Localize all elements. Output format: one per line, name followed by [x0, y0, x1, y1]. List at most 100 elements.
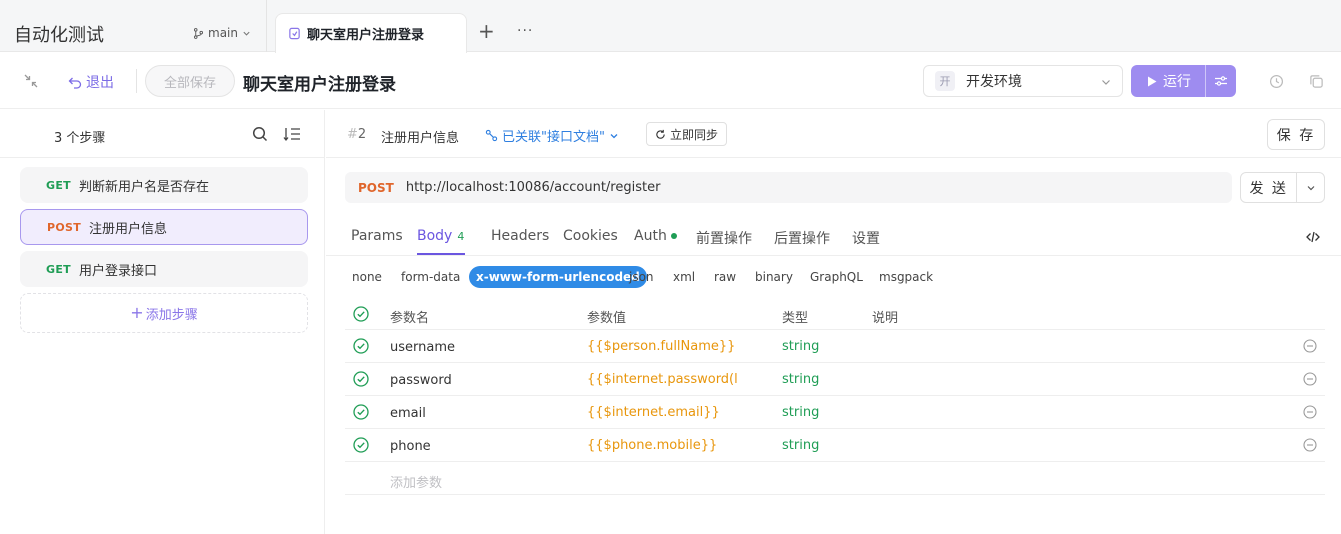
sync-label: 立即同步: [669, 127, 718, 142]
body-type-msgpack[interactable]: msgpack: [879, 270, 933, 284]
sort-list-icon[interactable]: [283, 126, 301, 142]
param-value[interactable]: {{$person.fullName}}: [587, 339, 735, 354]
git-branch-icon: [194, 27, 203, 39]
steps-panel: 3 个步骤 GET 判断新用户名是否存在 POST 注册用户信息 GET 用户登…: [0, 110, 325, 534]
add-step-button[interactable]: + 添加步骤: [20, 293, 308, 333]
tab-scenario[interactable]: 聊天室用户注册登录: [275, 13, 467, 53]
history-icon[interactable]: [1269, 74, 1284, 89]
param-name[interactable]: username: [390, 340, 455, 355]
new-tab-button[interactable]: +: [478, 21, 495, 41]
tab-auth-label: Auth: [634, 228, 667, 244]
param-type[interactable]: string: [782, 438, 819, 453]
remove-circle-icon[interactable]: [1303, 438, 1317, 452]
http-method[interactable]: POST: [358, 181, 394, 195]
header-param-type: 类型: [782, 311, 809, 326]
body-type-binary[interactable]: binary: [755, 270, 793, 284]
body-type-raw[interactable]: raw: [714, 270, 736, 284]
param-value[interactable]: {{$internet.email}}: [587, 405, 720, 420]
step-method: GET: [46, 178, 71, 192]
add-param-placeholder[interactable]: 添加参数: [390, 472, 442, 491]
top-tab-bar: 自动化测试 main 聊天室用户注册登录 + ···: [0, 0, 1341, 53]
table-row: password {{$internet.password(l... strin…: [345, 363, 1325, 396]
checkbox-checked-icon[interactable]: [353, 306, 369, 322]
tab-auth[interactable]: Auth: [634, 228, 677, 244]
toolbar: 退出 全部保存 聊天室用户注册登录 开 开发环境 运行: [0, 53, 1341, 109]
tab-headers[interactable]: Headers: [491, 228, 549, 244]
add-param-row[interactable]: 添加参数: [345, 462, 1325, 495]
tab-cookies[interactable]: Cookies: [563, 228, 618, 244]
tab-body[interactable]: Body 4: [417, 228, 464, 244]
checkbox-checked-icon[interactable]: [353, 404, 369, 420]
remove-circle-icon[interactable]: [1303, 372, 1317, 386]
tab-pre-actions[interactable]: 前置操作: [696, 228, 752, 248]
remove-circle-icon[interactable]: [1303, 405, 1317, 419]
header-param-desc: 说明: [872, 311, 899, 326]
body-type-urlencoded[interactable]: x-www-form-urlencoded: [469, 266, 647, 288]
tab-post-actions[interactable]: 后置操作: [774, 228, 830, 248]
save-all-button[interactable]: 全部保存: [145, 65, 235, 97]
param-type[interactable]: string: [782, 339, 819, 354]
run-button[interactable]: 运行: [1131, 65, 1205, 97]
chevron-down-icon: [1102, 80, 1110, 85]
step-method: POST: [47, 220, 82, 234]
environment-select[interactable]: 开 开发环境: [923, 65, 1123, 97]
send-options-button[interactable]: [1297, 183, 1324, 193]
checkbox-checked-icon[interactable]: [353, 437, 369, 453]
checkbox-checked-icon[interactable]: [353, 371, 369, 387]
tab-params[interactable]: Params: [351, 228, 403, 244]
body-type-none[interactable]: none: [352, 270, 382, 284]
search-icon[interactable]: [252, 126, 268, 142]
linked-label: 已关联"接口文档": [502, 130, 605, 145]
send-button[interactable]: 发 送: [1241, 178, 1296, 198]
branch-name: main: [208, 26, 238, 40]
remove-circle-icon[interactable]: [1303, 339, 1317, 353]
linked-doc-dropdown[interactable]: 已关联"接口文档": [485, 126, 619, 145]
param-name[interactable]: phone: [390, 439, 431, 454]
exit-button[interactable]: 退出: [68, 72, 114, 92]
project-title: 自动化测试: [14, 25, 104, 46]
url-bar[interactable]: POST http://localhost:10086/account/regi…: [345, 172, 1232, 203]
run-settings-button[interactable]: [1206, 65, 1236, 97]
add-step-label: 添加步骤: [145, 307, 198, 323]
param-value[interactable]: {{$internet.password(l...: [587, 372, 737, 387]
sliders-icon: [1215, 76, 1227, 86]
steps-count: 3 个步骤: [54, 131, 106, 146]
save-button[interactable]: 保 存: [1267, 119, 1325, 150]
body-type-json[interactable]: json: [629, 270, 654, 284]
collapse-icon[interactable]: [23, 73, 39, 89]
step-method: GET: [46, 262, 71, 276]
request-panel: #2 注册用户信息 已关联"接口文档" 立即同步 保 存 POST http:/…: [326, 110, 1341, 534]
request-step-name: 注册用户信息: [381, 131, 460, 146]
body-type-graphql[interactable]: GraphQL: [810, 270, 863, 284]
more-tabs-button[interactable]: ···: [517, 24, 533, 38]
step-item-active[interactable]: POST 注册用户信息: [20, 209, 308, 245]
step-item[interactable]: GET 用户登录接口: [20, 251, 308, 287]
env-label: 开发环境: [966, 74, 1022, 90]
body-type-form-data[interactable]: form-data: [401, 270, 460, 284]
param-type[interactable]: string: [782, 405, 819, 420]
plus-icon: +: [130, 303, 144, 322]
param-value[interactable]: {{$phone.mobile}}: [587, 438, 717, 453]
step-number: #2: [347, 127, 366, 142]
tab-settings[interactable]: 设置: [852, 228, 880, 248]
url-input[interactable]: http://localhost:10086/account/register: [406, 180, 661, 195]
checkbox-checked-icon[interactable]: [353, 338, 369, 354]
step-number-value: 2: [357, 127, 367, 142]
run-button-group: 运行: [1131, 65, 1236, 97]
sync-now-button[interactable]: 立即同步: [646, 122, 727, 146]
copy-icon[interactable]: [1309, 74, 1324, 89]
param-name[interactable]: password: [390, 373, 452, 388]
param-name[interactable]: email: [390, 406, 426, 421]
request-tabs: Params Body 4 Headers Cookies Auth 前置操作 后…: [326, 218, 1341, 256]
table-row: phone {{$phone.mobile}} string: [345, 429, 1325, 462]
table-header-row: 参数名 参数值 类型 说明: [345, 298, 1325, 330]
chevron-down-icon: [1307, 185, 1315, 190]
exit-label: 退出: [86, 75, 114, 91]
play-icon: [1148, 76, 1157, 86]
body-type-xml[interactable]: xml: [673, 270, 695, 284]
step-item[interactable]: GET 判断新用户名是否存在: [20, 167, 308, 203]
branch-selector[interactable]: main: [193, 26, 251, 40]
body-count-badge: 4: [457, 230, 465, 243]
code-icon[interactable]: [1306, 230, 1320, 244]
param-type[interactable]: string: [782, 372, 819, 387]
